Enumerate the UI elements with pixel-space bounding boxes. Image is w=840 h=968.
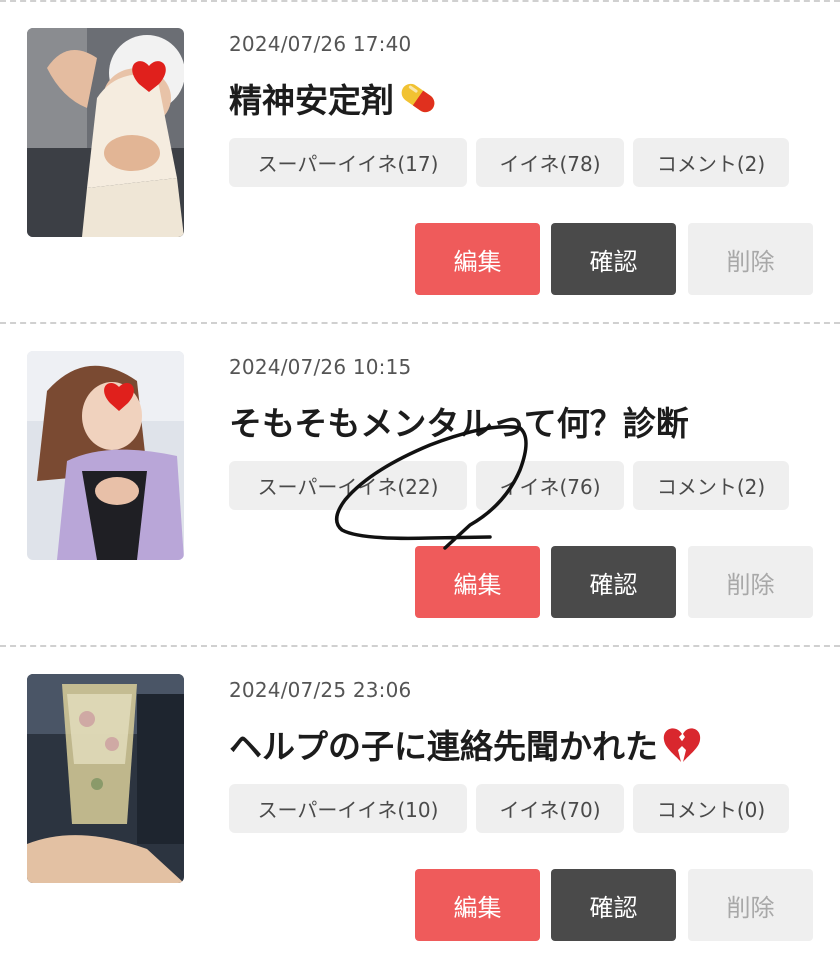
like-count[interactable]: イイネ(76) — [476, 461, 624, 510]
post-thumbnail[interactable] — [27, 28, 184, 237]
post-date: 2024/07/26 17:40 — [229, 32, 412, 56]
comment-count[interactable]: コメント(2) — [633, 461, 789, 510]
post-item: 2024/07/25 23:06 ヘルプの子に連絡先聞かれた スーパーイイネ(1… — [0, 646, 840, 968]
like-count[interactable]: イイネ(78) — [476, 138, 624, 187]
post-title-text: そもそもメンタルって何？診断 — [229, 404, 689, 443]
post-title[interactable]: 精神安定剤 — [229, 74, 440, 122]
super-like-count[interactable]: スーパーイイネ(22) — [229, 461, 467, 510]
edit-button[interactable]: 編集 — [415, 869, 540, 941]
delete-button[interactable]: 削除 — [688, 869, 813, 941]
post-item: 2024/07/26 10:15 そもそもメンタルって何？診断 スーパーイイネ(… — [0, 323, 840, 645]
confirm-button[interactable]: 確認 — [551, 546, 676, 618]
post-title-text: 精神安定剤 — [229, 81, 394, 120]
post-title[interactable]: そもそもメンタルって何？診断 — [229, 397, 689, 445]
delete-button[interactable]: 削除 — [688, 223, 813, 295]
post-item: 2024/07/26 17:40 精神安定剤 スーパーイイネ(17) イイネ(7… — [0, 0, 840, 322]
confirm-button[interactable]: 確認 — [551, 223, 676, 295]
edit-button[interactable]: 編集 — [415, 223, 540, 295]
comment-count[interactable]: コメント(2) — [633, 138, 789, 187]
post-date: 2024/07/26 10:15 — [229, 355, 412, 379]
post-thumbnail[interactable] — [27, 674, 184, 883]
edit-button[interactable]: 編集 — [415, 546, 540, 618]
post-date: 2024/07/25 23:06 — [229, 678, 412, 702]
confirm-button[interactable]: 確認 — [551, 869, 676, 941]
like-count[interactable]: イイネ(70) — [476, 784, 624, 833]
super-like-count[interactable]: スーパーイイネ(17) — [229, 138, 467, 187]
post-thumbnail[interactable] — [27, 351, 184, 560]
comment-count[interactable]: コメント(0) — [633, 784, 789, 833]
pill-icon — [396, 76, 440, 120]
delete-button[interactable]: 削除 — [688, 546, 813, 618]
post-title[interactable]: ヘルプの子に連絡先聞かれた — [229, 720, 704, 768]
broken-heart-icon — [660, 722, 704, 766]
super-like-count[interactable]: スーパーイイネ(10) — [229, 784, 467, 833]
post-title-text: ヘルプの子に連絡先聞かれた — [229, 727, 658, 766]
